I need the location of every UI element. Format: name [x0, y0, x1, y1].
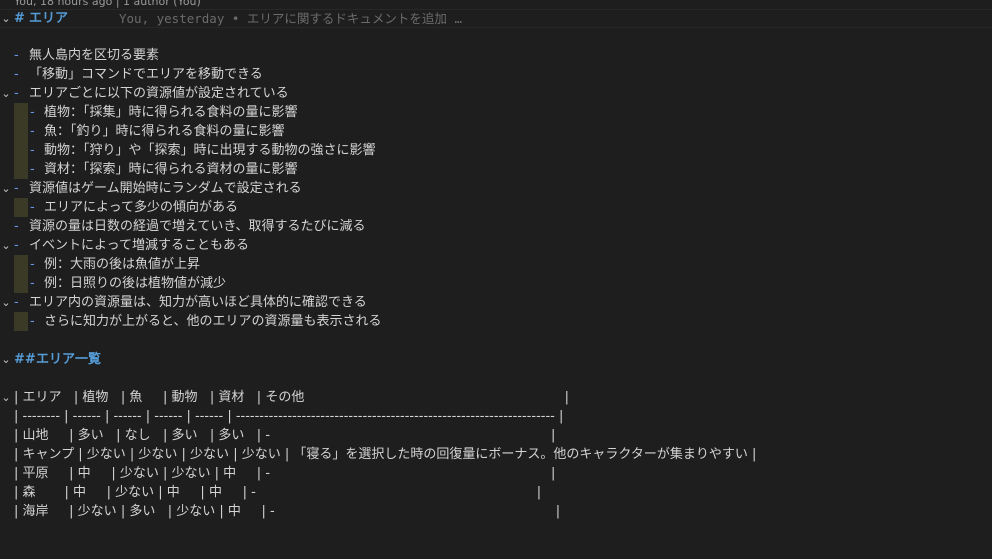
bullet-text: 資材：「探索」時に得られる資材の量に影響	[44, 162, 298, 177]
line-sub-bullet[interactable]: - 動物：「狩り」や「探索」時に出現する動物の強さに影響	[0, 141, 992, 160]
line-bullet[interactable]: - 無人島内を区切る要素	[0, 46, 992, 65]
editor[interactable]: You, 18 hours ago | 1 author (You) ⌄ # エ…	[0, 0, 992, 542]
chevron-down-icon[interactable]: ⌄	[1, 236, 11, 255]
h2-text: エリア一覧	[36, 352, 102, 367]
bullet-dash: -	[30, 314, 35, 329]
table-separator: | -------- | ------ | ------ | ------ | …	[14, 409, 564, 424]
bullet-dash: -	[30, 162, 35, 177]
table-row-text: | 平原 | 中 | 少ない | 少ない | 中 | - |	[14, 466, 556, 481]
bullet-text: エリア内の資源量は、知力が高いほど具体的に確認できる	[29, 295, 367, 310]
bullet-text: 例：大雨の後は魚値が上昇	[44, 257, 201, 272]
bullet-text: 無人島内を区切る要素	[29, 48, 160, 63]
line-bullet[interactable]: ⌄ - 資源値はゲーム開始時にランダムで設定される	[0, 179, 992, 198]
bullet-dash: -	[30, 105, 35, 120]
indent-guide	[14, 198, 28, 217]
line-h1[interactable]: ⌄ # エリア You, yesterday • エリアに関するドキュメントを追…	[0, 9, 992, 28]
bullet-text: 資源の量は日数の経過で増えていき、取得するたびに減る	[29, 219, 366, 234]
chevron-down-icon[interactable]: ⌄	[1, 388, 11, 407]
table-row-text: | 森 | 中 | 少ない | 中 | 中 | - |	[14, 485, 542, 500]
line-bullet[interactable]: - 「移動」コマンドでエリアを移動できる	[0, 65, 992, 84]
bullet-text: エリアごとに以下の資源値が設定されている	[29, 86, 289, 101]
h2-mark: ##	[14, 352, 36, 367]
bullet-text: 「移動」コマンドでエリアを移動できる	[29, 67, 263, 82]
git-blame-annotation: You, yesterday • エリアに関するドキュメントを追加 …	[119, 11, 462, 26]
bullet-text: 例：日照りの後は植物値が減少	[44, 276, 227, 291]
bullet-dash: -	[14, 238, 19, 253]
bullet-dash: -	[14, 48, 19, 63]
bullet-dash: -	[14, 67, 19, 82]
bullet-dash: -	[30, 276, 35, 291]
chevron-down-icon[interactable]: ⌄	[1, 350, 11, 369]
line-sub-bullet[interactable]: - エリアによって多少の傾向がある	[0, 198, 992, 217]
table-header-line[interactable]: ⌄ | エリア | 植物 | 魚 | 動物 | 資材 | その他 |	[0, 388, 992, 407]
chevron-down-icon[interactable]: ⌄	[1, 9, 11, 28]
chevron-down-icon[interactable]: ⌄	[1, 293, 11, 312]
indent-guide	[14, 255, 28, 274]
table-row[interactable]: | 平原 | 中 | 少ない | 少ない | 中 | - |	[0, 464, 992, 483]
bullet-dash: -	[30, 143, 35, 158]
h1-text: エリア	[29, 11, 69, 26]
table-row-text: | 海岸 | 少ない | 多い | 少ない | 中 | - |	[14, 504, 561, 519]
bullet-dash: -	[14, 219, 19, 234]
table-row[interactable]: | キャンプ | 少ない | 少ない | 少ない | 少ない | 「寝る」を選択…	[0, 445, 992, 464]
bullet-dash: -	[30, 124, 35, 139]
bullet-dash: -	[14, 181, 19, 196]
bullet-text: さらに知力が上がると、他のエリアの資源量も表示される	[44, 314, 382, 329]
codelens-author[interactable]: You, 18 hours ago | 1 author (You)	[14, 0, 201, 9]
bullet-dash: -	[30, 200, 35, 215]
indent-guide	[14, 103, 28, 122]
chevron-down-icon[interactable]: ⌄	[1, 84, 11, 103]
line-sub-bullet[interactable]: - 魚：「釣り」時に得られる食料の量に影響	[0, 122, 992, 141]
bullet-dash: -	[30, 257, 35, 272]
indent-guide	[14, 160, 28, 179]
line-sub-bullet[interactable]: - 例：日照りの後は植物値が減少	[0, 274, 992, 293]
line-sub-bullet[interactable]: - 植物：「採集」時に得られる食料の量に影響	[0, 103, 992, 122]
indent-guide	[14, 274, 28, 293]
h1-mark: #	[14, 11, 25, 26]
table-row-text: | キャンプ | 少ない | 少ない | 少ない | 少ない | 「寝る」を選択…	[14, 447, 757, 462]
indent-guide	[14, 122, 28, 141]
table-header: | エリア | 植物 | 魚 | 動物 | 資材 | その他 |	[14, 390, 570, 405]
bullet-dash: -	[14, 295, 19, 310]
table-row[interactable]: | 森 | 中 | 少ない | 中 | 中 | - |	[0, 483, 992, 502]
bullet-text: 資源値はゲーム開始時にランダムで設定される	[29, 181, 302, 196]
bullet-text: 植物：「採集」時に得られる食料の量に影響	[44, 105, 298, 120]
line-bullet[interactable]: ⌄ - イベントによって増減することもある	[0, 236, 992, 255]
table-separator-line[interactable]: | -------- | ------ | ------ | ------ | …	[0, 407, 992, 426]
line-sub-bullet[interactable]: - 例：大雨の後は魚値が上昇	[0, 255, 992, 274]
chevron-down-icon[interactable]: ⌄	[1, 179, 11, 198]
bullet-text: エリアによって多少の傾向がある	[44, 200, 238, 215]
line-bullet[interactable]: ⌄ - エリアごとに以下の資源値が設定されている	[0, 84, 992, 103]
table-row[interactable]: | 山地 | 多い | なし | 多い | 多い | - |	[0, 426, 992, 445]
table-row-text: | 山地 | 多い | なし | 多い | 多い | - |	[14, 428, 556, 443]
table-row[interactable]: | 海岸 | 少ない | 多い | 少ない | 中 | - |	[0, 502, 992, 521]
line-sub-bullet[interactable]: - 資材：「探索」時に得られる資材の量に影響	[0, 160, 992, 179]
line-bullet[interactable]: ⌄ - エリア内の資源量は、知力が高いほど具体的に確認できる	[0, 293, 992, 312]
bullet-dash: -	[14, 86, 19, 101]
bullet-text: 魚：「釣り」時に得られる食料の量に影響	[44, 124, 285, 139]
indent-guide	[14, 312, 28, 331]
line-sub-bullet[interactable]: - さらに知力が上がると、他のエリアの資源量も表示される	[0, 312, 992, 331]
line-h2[interactable]: ⌄ ## エリア一覧	[0, 350, 992, 369]
bullet-text: 動物：「狩り」や「探索」時に出現する動物の強さに影響	[44, 143, 376, 158]
line-bullet[interactable]: - 資源の量は日数の経過で増えていき、取得するたびに減る	[0, 217, 992, 236]
indent-guide	[14, 141, 28, 160]
bullet-text: イベントによって増減することもある	[29, 238, 249, 253]
